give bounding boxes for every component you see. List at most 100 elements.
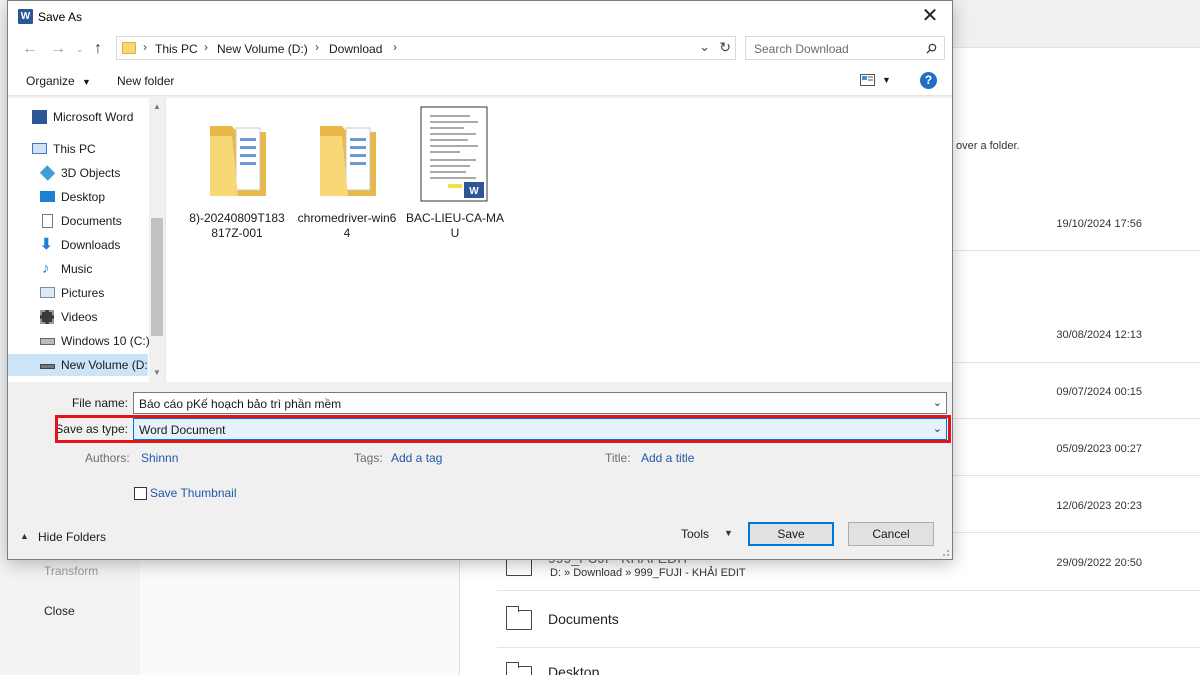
organize-menu[interactable]: Organize ▼ — [26, 74, 91, 88]
dialog-titlebar[interactable]: W Save As ✕ — [8, 1, 952, 32]
word-document-thumbnail-icon: W — [420, 106, 488, 202]
chevron-down-icon[interactable]: ⌄ — [933, 396, 942, 409]
file-name-value: Báo cáo pKế hoạch bảo trì phần mềm — [139, 397, 342, 411]
address-row: ← → ⌄ ↑ › This PC › New Volume (D:) › Do… — [8, 32, 952, 66]
videos-icon — [40, 310, 54, 324]
nav-item-pictures[interactable]: Pictures — [8, 282, 148, 304]
nav-item-microsoft-word[interactable]: Microsoft Word — [8, 106, 148, 128]
dialog-title: Save As — [38, 10, 83, 24]
cancel-button[interactable]: Cancel — [848, 522, 934, 546]
nav-item-documents[interactable]: Documents — [8, 210, 148, 232]
save-button[interactable]: Save — [748, 522, 834, 546]
hide-folders-button[interactable]: Hide Folders — [38, 530, 106, 544]
word-icon — [32, 110, 47, 124]
resize-grip-icon[interactable] — [940, 547, 950, 557]
new-folder-button[interactable]: New folder — [117, 74, 174, 88]
nav-scrollbar[interactable]: ▲ ▼ — [149, 98, 165, 382]
nav-item-label: This PC — [53, 142, 96, 156]
nav-item-label: New Volume (D: — [61, 358, 148, 372]
chevron-down-icon[interactable]: ⌄ — [699, 39, 710, 55]
file-name: chromedriver-win64 — [297, 211, 397, 240]
nav-item-label: Desktop — [61, 190, 106, 204]
organize-label: Organize — [26, 74, 75, 88]
breadcrumb-separator[interactable]: › — [393, 40, 397, 54]
file-item-folder[interactable]: 8)-20240809T183817Z-001 — [187, 106, 287, 240]
folder-icon — [506, 662, 532, 675]
tools-menu[interactable]: Tools — [681, 527, 709, 541]
breadcrumb-this-pc[interactable]: This PC — [155, 42, 198, 56]
svg-text:W: W — [469, 186, 479, 197]
drive-d-icon — [40, 364, 55, 369]
add-tag-link[interactable]: Add a tag — [391, 451, 442, 465]
chevron-up-icon[interactable]: ▲ — [20, 531, 29, 541]
file-name: BAC-LIEU-CA-MAU — [405, 211, 504, 240]
breadcrumb-separator[interactable]: › — [315, 40, 319, 54]
back-arrow-icon[interactable]: ← — [22, 40, 38, 58]
view-options-button[interactable]: ▼ — [860, 74, 891, 88]
nav-item-new-volume-d[interactable]: New Volume (D: — [8, 354, 148, 376]
view-icon — [860, 74, 875, 86]
backstage-hint-text: over a folder. — [956, 140, 1020, 152]
recent-date: 09/07/2024 00:15 — [1056, 386, 1142, 398]
nav-item-label: Downloads — [61, 238, 121, 252]
file-item-folder[interactable]: chromedriver-win64 — [297, 106, 397, 240]
file-name-field[interactable]: Báo cáo pKế hoạch bảo trì phần mềm ⌄ — [133, 392, 947, 414]
nav-item-music[interactable]: ♪ Music — [8, 258, 148, 280]
breadcrumb-new-volume[interactable]: New Volume (D:) — [217, 42, 308, 56]
address-bar[interactable]: › This PC › New Volume (D:) › Download ›… — [116, 36, 736, 60]
recent-folder-name[interactable]: Documents — [548, 611, 619, 627]
recent-date: 29/09/2022 20:50 — [1056, 557, 1142, 569]
downloads-icon: ⬇ — [40, 236, 53, 253]
save-thumbnail-checkbox[interactable] — [134, 487, 147, 500]
backstage-nav-transform[interactable]: Transform — [44, 564, 98, 578]
search-placeholder: Search Download — [754, 42, 849, 56]
nav-item-label: Music — [61, 262, 93, 276]
nav-item-label: Documents — [61, 214, 122, 228]
scroll-down-icon[interactable]: ▼ — [153, 368, 161, 377]
close-button[interactable]: ✕ — [908, 1, 952, 32]
breadcrumb-separator[interactable]: › — [143, 40, 147, 54]
nav-item-label: Videos — [61, 310, 98, 324]
nav-item-desktop[interactable]: Desktop — [8, 186, 148, 208]
desktop-icon — [40, 191, 55, 202]
up-arrow-icon[interactable]: ↑ — [94, 40, 102, 58]
authors-value[interactable]: Shinnn — [141, 451, 178, 465]
folder-icon — [320, 126, 376, 196]
command-bar: Organize ▼ New folder ▼ ? — [8, 66, 952, 96]
scrollbar-thumb[interactable] — [151, 218, 163, 336]
pc-icon — [32, 143, 47, 154]
refresh-icon[interactable]: ↻ — [719, 39, 731, 56]
title-label: Title: — [605, 451, 631, 465]
search-input[interactable]: Search Download — [745, 36, 945, 60]
caret-down-icon[interactable]: ▼ — [724, 528, 733, 538]
documents-icon — [42, 214, 53, 228]
nav-item-videos[interactable]: Videos — [8, 306, 148, 328]
nav-item-label: Pictures — [61, 286, 105, 300]
scroll-up-icon[interactable]: ▲ — [153, 102, 161, 111]
help-button[interactable]: ? — [920, 72, 937, 89]
file-list: 8)-20240809T183817Z-001 chromedriver-win… — [167, 98, 952, 382]
recent-folder-name[interactable]: Desktop — [548, 664, 599, 675]
navigation-pane: Microsoft Word This PC 3D Objects Deskto… — [8, 98, 166, 382]
recent-date: 12/06/2023 20:23 — [1056, 500, 1142, 512]
browser-body: Microsoft Word This PC 3D Objects Deskto… — [8, 98, 952, 382]
divider — [497, 647, 1200, 648]
save-options-panel: File name: Báo cáo pKế hoạch bảo trì phầ… — [8, 382, 952, 559]
file-item-word-document[interactable]: W BAC-LIEU-CA-MAU — [405, 106, 505, 240]
nav-item-label: Windows 10 (C:) — [61, 334, 150, 348]
nav-item-3d-objects[interactable]: 3D Objects — [8, 162, 148, 184]
save-as-dialog: W Save As ✕ ← → ⌄ ↑ › This PC › New Volu… — [7, 0, 953, 560]
backstage-nav-close[interactable]: Close — [44, 604, 75, 618]
add-title-link[interactable]: Add a title — [641, 451, 694, 465]
music-icon: ♪ — [42, 260, 50, 277]
folder-icon — [506, 606, 532, 630]
breadcrumb-download[interactable]: Download — [329, 42, 382, 56]
breadcrumb-separator[interactable]: › — [204, 40, 208, 54]
nav-item-this-pc[interactable]: This PC — [8, 138, 148, 160]
recent-locations-icon[interactable]: ⌄ — [76, 44, 84, 55]
save-thumbnail-label[interactable]: Save Thumbnail — [150, 486, 237, 500]
folder-icon — [210, 126, 266, 196]
nav-item-windows-c[interactable]: Windows 10 (C:) — [8, 330, 150, 352]
forward-arrow-icon[interactable]: → — [50, 40, 66, 58]
nav-item-downloads[interactable]: ⬇ Downloads — [8, 234, 148, 256]
